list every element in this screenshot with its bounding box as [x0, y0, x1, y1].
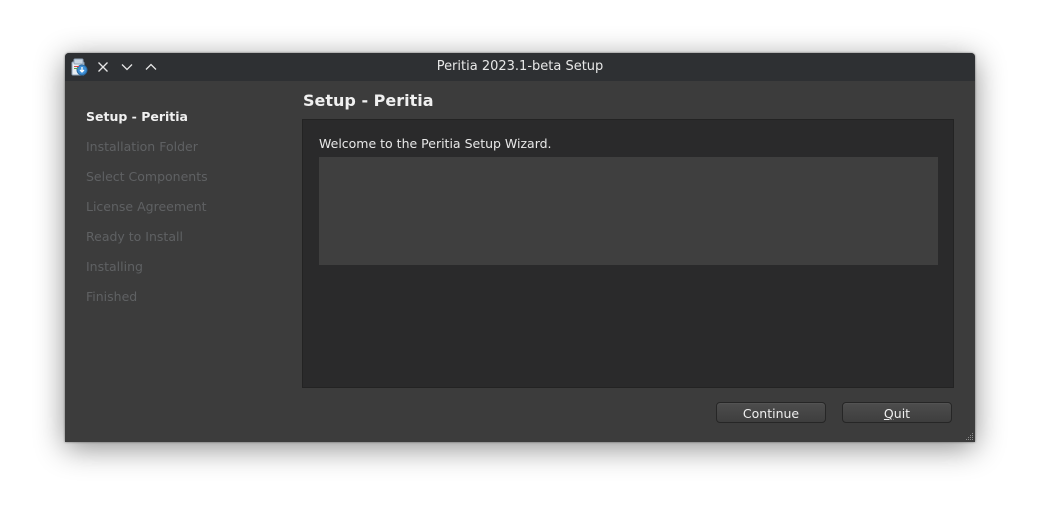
resize-grip-icon[interactable] [964, 431, 974, 441]
intro-text-area [319, 157, 938, 265]
content-panel: Welcome to the Peritia Setup Wizard. [302, 119, 954, 388]
welcome-text: Welcome to the Peritia Setup Wizard. [319, 136, 552, 151]
installer-icon[interactable] [69, 57, 89, 77]
continue-button[interactable]: Continue [716, 402, 826, 423]
step-setup: Setup - Peritia [86, 109, 188, 124]
quit-button[interactable]: Quit [842, 402, 952, 423]
setup-window: Peritia 2023.1-beta Setup Setup - Periti… [65, 53, 975, 442]
wizard-steps: Setup - Peritia Installation Folder Sele… [65, 81, 301, 442]
step-installing: Installing [86, 259, 143, 274]
close-icon [98, 62, 108, 72]
chevron-up-icon [145, 63, 157, 70]
maximize-button[interactable] [141, 57, 161, 77]
step-select-components: Select Components [86, 169, 208, 184]
page-title: Setup - Peritia [303, 91, 434, 110]
titlebar[interactable]: Peritia 2023.1-beta Setup [65, 53, 975, 81]
close-button[interactable] [93, 57, 113, 77]
step-ready-to-install: Ready to Install [86, 229, 183, 244]
chevron-down-icon [121, 64, 133, 71]
step-license-agreement: License Agreement [86, 199, 207, 214]
step-finished: Finished [86, 289, 138, 304]
step-installation-folder: Installation Folder [86, 139, 198, 154]
quit-label-rest: uit [893, 406, 911, 421]
minimize-button[interactable] [117, 57, 137, 77]
window-title: Peritia 2023.1-beta Setup [436, 59, 604, 74]
quit-mnemonic: Q [883, 406, 894, 421]
